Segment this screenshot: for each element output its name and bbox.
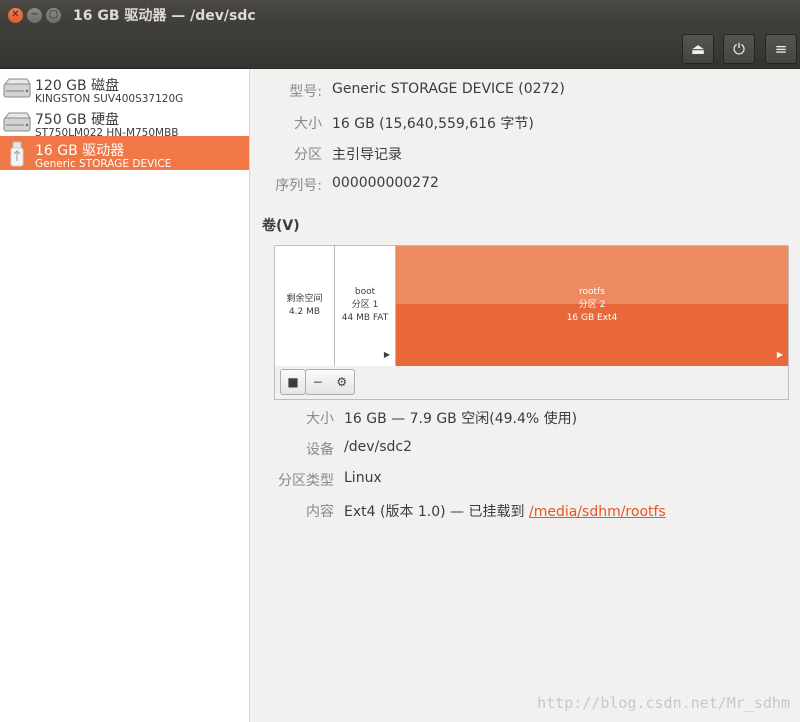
partitioning-value: 主引导记录 <box>332 147 402 163</box>
size-value: 16 GB (15,640,559,616 字节) <box>332 116 534 132</box>
partition-size-label: 大小 <box>306 411 334 427</box>
usb-drive-icon <box>10 141 24 167</box>
segment-label: rootfs <box>579 287 605 297</box>
device-label: 设备 <box>306 442 334 458</box>
segment-label: boot <box>354 287 376 297</box>
size-label: 大小 <box>294 116 322 132</box>
expand-arrow-icon[interactable]: ▶ <box>384 348 390 361</box>
segment-partition: 分区 1 <box>351 300 379 310</box>
partition-actions-group: − ⚙ <box>305 369 355 395</box>
boot-partition-segment[interactable]: boot 分区 1 44 MB FAT ▶ <box>335 246 396 366</box>
stop-icon: ■ <box>287 375 299 389</box>
segment-size: 44 MB FAT <box>341 313 389 323</box>
menu-button[interactable]: ≡ <box>765 34 797 64</box>
drive-item[interactable]: 120 GB 磁盘 KINGSTON SUV400S37120G <box>0 71 249 105</box>
drive-item-selected[interactable]: 16 GB 驱动器 Generic STORAGE DEVICE <box>0 136 249 170</box>
eject-icon: ⏏ <box>690 40 706 58</box>
partition-size-value: 16 GB — 7.9 GB 空闲(49.4% 使用) <box>344 411 578 427</box>
contents-value: Ext4 (版本 1.0) — 已挂载到 /media/sdhm/rootfs <box>344 501 666 521</box>
rootfs-partition-segment[interactable]: rootfs 分区 2 16 GB Ext4 ▶ <box>396 246 788 366</box>
header-bar: ⏏ ⏻ ≡ <box>0 30 800 69</box>
volume-map: 剩余空间 4.2 MB boot 分区 1 44 MB FAT ▶ rootfs… <box>274 245 789 367</box>
hard-disk-icon <box>3 78 31 98</box>
serial-label: 序列号: <box>275 178 322 194</box>
unmount-button[interactable]: ■ <box>280 369 306 395</box>
volumes-title: 卷(V) <box>262 218 300 234</box>
partitioning-label: 分区 <box>294 147 322 163</box>
drive-item[interactable]: 750 GB 硬盘 ST750LM022 HN-M750MBB <box>0 105 249 139</box>
drive-details: 型号: Generic STORAGE DEVICE (0272) 大小 16 … <box>250 69 800 722</box>
contents-label: 内容 <box>306 504 334 520</box>
eject-button[interactable]: ⏏ <box>682 34 714 64</box>
mount-point-link[interactable]: /media/sdhm/rootfs <box>529 504 666 520</box>
drive-model: Generic STORAGE DEVICE <box>35 158 172 169</box>
expand-arrow-icon[interactable]: ▶ <box>777 348 783 361</box>
settings-gear-icon[interactable]: ⚙ <box>336 375 347 389</box>
hamburger-menu-icon: ≡ <box>774 40 788 58</box>
remove-partition-icon[interactable]: − <box>313 375 323 389</box>
power-button[interactable]: ⏻ <box>723 34 755 64</box>
drive-model: KINGSTON SUV400S37120G <box>35 93 184 104</box>
title-bar: ✕ − ▢ 16 GB 驱动器 — /dev/sdc <box>0 0 800 30</box>
model-value: Generic STORAGE DEVICE (0272) <box>332 81 565 97</box>
segment-size: 16 GB Ext4 <box>566 313 618 323</box>
segment-partition: 分区 2 <box>578 300 606 310</box>
device-value: /dev/sdc2 <box>344 439 413 455</box>
serial-value: 000000000272 <box>332 175 439 191</box>
model-label: 型号: <box>289 84 322 100</box>
partition-type-label: 分区类型 <box>278 473 334 489</box>
segment-size: 4.2 MB <box>288 307 321 317</box>
maximize-icon[interactable]: ▢ <box>46 7 61 23</box>
drive-list: 120 GB 磁盘 KINGSTON SUV400S37120G 750 GB … <box>0 69 250 722</box>
window-controls: ✕ − ▢ <box>8 7 61 23</box>
drive-name: 16 GB 驱动器 <box>35 143 125 159</box>
close-icon[interactable]: ✕ <box>8 7 23 23</box>
window-title: 16 GB 驱动器 — /dev/sdc <box>73 8 256 24</box>
power-icon: ⏻ <box>733 40 745 58</box>
volume-toolbar: ■ − ⚙ <box>274 366 789 400</box>
watermark: http://blog.csdn.net/Mr_sdhm <box>537 694 790 712</box>
hard-disk-icon <box>3 112 31 132</box>
partition-type-value: Linux <box>344 470 382 486</box>
segment-label: 剩余空间 <box>286 294 323 304</box>
minimize-icon[interactable]: − <box>27 7 42 23</box>
contents-text: Ext4 (版本 1.0) — 已挂载到 <box>344 504 525 520</box>
drive-name: 120 GB 磁盘 <box>35 78 120 94</box>
free-space-segment[interactable]: 剩余空间 4.2 MB <box>275 246 335 366</box>
drive-name: 750 GB 硬盘 <box>35 112 120 128</box>
